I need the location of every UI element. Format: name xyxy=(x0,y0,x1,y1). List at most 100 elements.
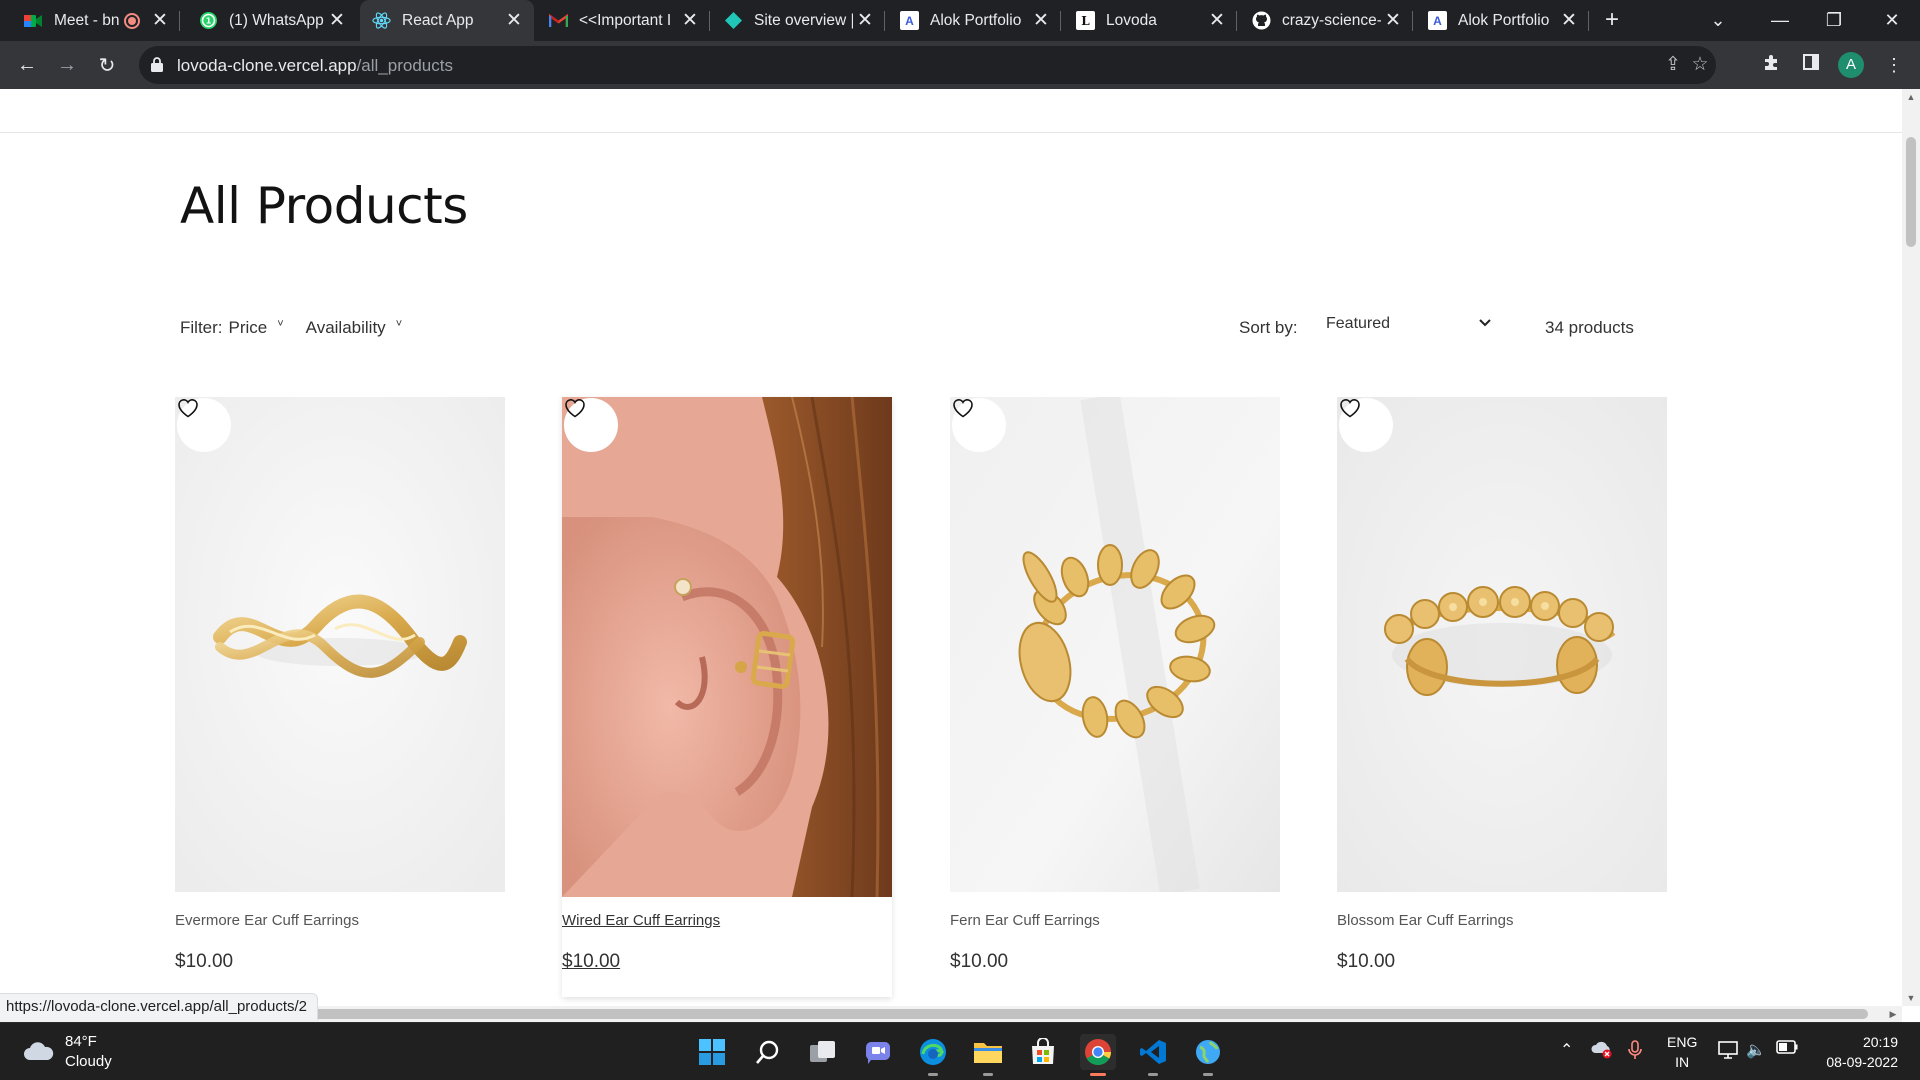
sort-label: Sort by: xyxy=(1239,318,1298,337)
filter-price-label: Price xyxy=(228,318,268,337)
product-card[interactable]: Fern Ear Cuff Earrings $10.00 xyxy=(950,397,1280,973)
edge-browser-icon[interactable] xyxy=(915,1034,951,1076)
share-icon[interactable]: ⇪ xyxy=(1661,53,1685,77)
clock-time: 20:19 xyxy=(1862,1034,1898,1050)
tab-gmail[interactable]: <<Important I ✕ xyxy=(537,0,710,41)
page-title: All Products xyxy=(180,177,468,235)
bookmark-star-icon[interactable]: ☆ xyxy=(1688,53,1712,77)
tab-meet[interactable]: Meet - bn ✕ xyxy=(12,0,180,41)
weather-temperature[interactable]: 84°F xyxy=(65,1033,97,1050)
tab-title: Site overview | xyxy=(754,11,853,29)
back-icon[interactable]: ← xyxy=(10,48,44,82)
scroll-up-icon[interactable]: ▲ xyxy=(1902,89,1920,105)
close-icon[interactable]: ✕ xyxy=(148,9,172,32)
restore-button[interactable]: ❐ xyxy=(1806,0,1862,41)
product-name[interactable]: Wired Ear Cuff Earrings xyxy=(562,912,892,929)
scroll-right-icon[interactable]: ▶ xyxy=(1884,1006,1902,1022)
new-tab-button[interactable]: + xyxy=(1598,6,1626,34)
forward-icon[interactable]: → xyxy=(50,48,84,82)
product-price: $10.00 xyxy=(1337,951,1396,972)
scroll-down-icon[interactable]: ▼ xyxy=(1902,990,1920,1006)
file-explorer-icon[interactable] xyxy=(970,1034,1006,1076)
tab-search-icon[interactable]: ⌄ xyxy=(1690,0,1746,41)
vertical-scrollbar[interactable]: ▲ ▼ xyxy=(1902,89,1920,1006)
language-indicator[interactable]: ENG IN xyxy=(1667,1032,1697,1072)
weather-condition[interactable]: Cloudy xyxy=(65,1053,112,1070)
product-image[interactable] xyxy=(1337,397,1667,892)
volume-icon[interactable]: 🔈 xyxy=(1746,1040,1766,1060)
teams-chat-icon[interactable] xyxy=(860,1034,896,1070)
product-card[interactable]: Wired Ear Cuff Earrings $10.00 xyxy=(562,397,892,997)
reload-icon[interactable]: ↻ xyxy=(90,48,124,82)
wishlist-heart-icon[interactable] xyxy=(564,398,618,452)
chevron-down-icon: ˅ xyxy=(277,318,284,330)
product-name[interactable]: Blossom Ear Cuff Earrings xyxy=(1337,912,1667,929)
menu-kebab-icon[interactable]: ⋮ xyxy=(1882,53,1906,77)
browser-toolbar: ← → ↻ lovoda-clone.vercel.app/all_produc… xyxy=(0,41,1920,89)
show-hidden-icons-chevron[interactable]: ⌃ xyxy=(1560,1040,1573,1060)
lovoda-icon: L xyxy=(1076,11,1095,30)
product-card[interactable]: Blossom Ear Cuff Earrings $10.00 xyxy=(1337,397,1667,973)
tab-title: Alok Portfolio xyxy=(1458,11,1550,29)
tab-alok-portfolio-2[interactable]: A Alok Portfolio ✕ xyxy=(1416,0,1589,41)
task-view-icon[interactable] xyxy=(805,1034,841,1070)
product-image[interactable] xyxy=(950,397,1280,892)
start-windows-icon[interactable] xyxy=(694,1034,730,1070)
wishlist-heart-icon[interactable] xyxy=(1339,398,1393,452)
portfolio-icon: A xyxy=(900,11,919,30)
product-card[interactable]: Evermore Ear Cuff Earrings $10.00 xyxy=(175,397,505,973)
region-code: IN xyxy=(1675,1054,1690,1070)
tab-title: Alok Portfolio xyxy=(930,11,1022,29)
tab-alok-portfolio[interactable]: A Alok Portfolio ✕ xyxy=(888,0,1061,41)
battery-icon[interactable] xyxy=(1776,1040,1798,1059)
sort-select[interactable]: Featured xyxy=(1326,315,1492,341)
chrome-icon[interactable] xyxy=(1080,1034,1116,1076)
tab-title: Meet - bn xyxy=(54,11,120,29)
filter-price[interactable]: Price ˅ xyxy=(229,318,284,338)
product-count: 34 products xyxy=(1545,318,1634,337)
wishlist-heart-icon[interactable] xyxy=(177,398,231,452)
vscode-icon[interactable] xyxy=(1135,1034,1171,1076)
close-window-button[interactable]: ✕ xyxy=(1864,0,1920,41)
close-icon[interactable]: ✕ xyxy=(325,9,349,32)
scrollbar-thumb[interactable] xyxy=(1906,137,1916,247)
filter-availability[interactable]: Availability ˅ xyxy=(306,318,402,338)
close-icon[interactable]: ✕ xyxy=(502,9,526,32)
product-name[interactable]: Evermore Ear Cuff Earrings xyxy=(175,912,505,929)
tab-netlify[interactable]: Site overview | ✕ xyxy=(712,0,885,41)
extensions-icon[interactable] xyxy=(1759,53,1783,77)
product-price: $10.00 xyxy=(175,951,234,972)
globe-app-icon[interactable] xyxy=(1190,1034,1226,1076)
close-icon[interactable]: ✕ xyxy=(853,9,877,32)
system-clock[interactable]: 20:19 08-09-2022 xyxy=(1813,1032,1898,1072)
tab-react-app[interactable]: React App ✕ xyxy=(360,0,534,41)
react-icon xyxy=(372,11,391,30)
minimize-button[interactable]: — xyxy=(1752,0,1808,41)
sort-value: Featured xyxy=(1326,315,1391,332)
side-panel-icon[interactable] xyxy=(1799,53,1823,77)
close-icon[interactable]: ✕ xyxy=(1029,9,1053,32)
product-name[interactable]: Fern Ear Cuff Earrings xyxy=(950,912,1280,929)
product-image[interactable] xyxy=(562,397,892,897)
address-bar[interactable]: lovoda-clone.vercel.app/all_products ⇪ ☆ xyxy=(139,46,1716,84)
close-icon[interactable]: ✕ xyxy=(1557,9,1581,32)
microsoft-store-icon[interactable] xyxy=(1025,1034,1061,1070)
product-image[interactable] xyxy=(175,397,505,892)
onedrive-icon[interactable] xyxy=(1590,1039,1614,1064)
tab-lovoda[interactable]: L Lovoda ✕ xyxy=(1064,0,1237,41)
product-price: $10.00 xyxy=(562,951,621,972)
network-icon[interactable] xyxy=(1718,1040,1740,1065)
tab-github[interactable]: crazy-science- ✕ xyxy=(1240,0,1413,41)
url-text: lovoda-clone.vercel.app/all_products xyxy=(177,56,453,76)
close-icon[interactable]: ✕ xyxy=(1205,9,1229,32)
link-status-bubble: https://lovoda-clone.vercel.app/all_prod… xyxy=(0,993,319,1020)
url-path: /all_products xyxy=(356,56,453,75)
tab-whatsapp[interactable]: 1 (1) WhatsApp ✕ xyxy=(187,0,357,41)
close-icon[interactable]: ✕ xyxy=(678,9,702,32)
cloudy-weather-icon[interactable] xyxy=(22,1040,56,1062)
search-icon[interactable] xyxy=(750,1034,786,1070)
wishlist-heart-icon[interactable] xyxy=(952,398,1006,452)
profile-avatar[interactable]: A xyxy=(1838,52,1864,78)
close-icon[interactable]: ✕ xyxy=(1381,9,1405,32)
microphone-icon[interactable] xyxy=(1628,1040,1642,1065)
